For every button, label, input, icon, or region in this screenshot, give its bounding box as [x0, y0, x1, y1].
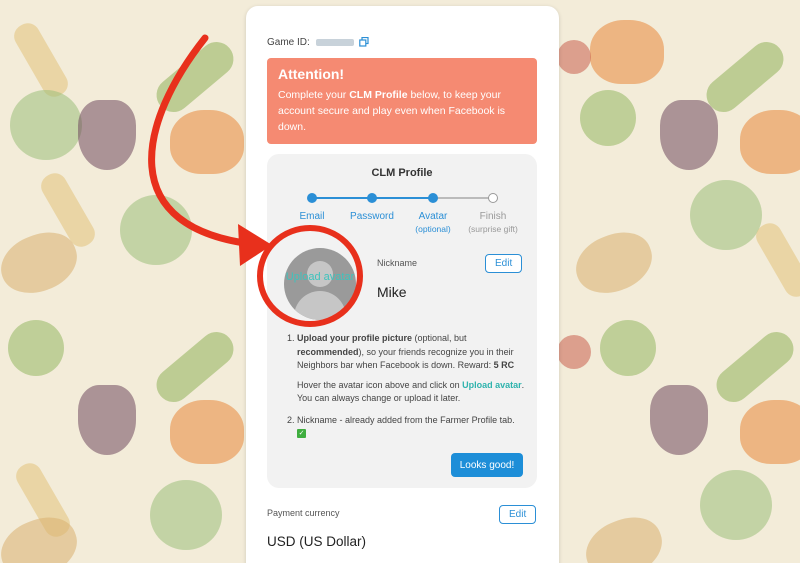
attention-body: Complete your CLM Profile below, to keep…	[278, 87, 526, 135]
upload-avatar-link[interactable]: Upload avatar	[284, 269, 356, 285]
cabbage-icon	[690, 180, 762, 250]
pumpkin-icon	[740, 110, 800, 174]
instruction-item-avatar: Upload your profile picture (optional, b…	[297, 332, 525, 406]
radish-icon	[557, 335, 591, 369]
cucumber-icon	[149, 35, 241, 119]
instruction-avatar-text-a: (optional, but	[412, 333, 467, 343]
cabbage-icon	[150, 480, 222, 550]
attention-banner: Attention! Complete your CLM Profile bel…	[267, 58, 537, 144]
step-dot-email	[307, 193, 317, 203]
clover-icon	[8, 320, 64, 376]
instruction-nickname-text: Nickname - already added from the Farmer…	[297, 414, 515, 425]
attention-body-prefix: Complete your	[278, 89, 350, 101]
cucumber-icon	[149, 325, 241, 409]
cabbage-icon	[10, 90, 82, 160]
profile-title: CLM Profile	[371, 167, 433, 179]
step-email-text: Email	[299, 211, 325, 222]
avatar-placeholder-body	[294, 291, 346, 320]
cabbage-icon	[700, 470, 772, 540]
game-id-row: Game ID:	[267, 37, 369, 48]
payment-currency-value: USD (US Dollar)	[267, 534, 367, 549]
grape-icon	[78, 100, 136, 170]
grape-icon	[650, 385, 708, 455]
pumpkin-icon	[740, 400, 800, 464]
payment-currency-label: Payment currency	[267, 508, 340, 518]
clover-icon	[600, 320, 656, 376]
step-dot-password	[367, 193, 377, 203]
potato-icon	[577, 508, 671, 563]
profile-instructions: Upload your profile picture (optional, b…	[285, 332, 525, 449]
wheat-icon	[9, 18, 73, 102]
instruction-hover-text: Hover the avatar icon above and click on…	[297, 379, 525, 406]
cucumber-icon	[699, 35, 791, 119]
nickname-label: Nickname	[377, 258, 418, 268]
potato-icon	[567, 223, 661, 303]
instruction-item-nickname: Nickname - already added from the Farmer…	[297, 414, 525, 441]
looks-good-button[interactable]: Looks good!	[451, 453, 523, 477]
copy-icon[interactable]	[359, 37, 369, 47]
instruction-avatar-bold: Upload your profile picture	[297, 333, 413, 343]
wheat-icon	[751, 218, 800, 302]
pumpkin-icon	[170, 400, 244, 464]
step-dot-avatar	[428, 193, 438, 203]
attention-title: Attention!	[278, 66, 345, 82]
cabbage-icon	[120, 195, 192, 265]
step-avatar-text: Avatar	[418, 211, 448, 222]
grape-icon	[78, 385, 136, 455]
instruction-hover-a: Hover the avatar icon above and click on	[297, 379, 463, 390]
edit-payment-button[interactable]: Edit	[499, 505, 537, 524]
instruction-reward: 5 RC	[493, 360, 515, 370]
profile-panel: Game ID: Attention! Complete your CLM Pr…	[246, 6, 559, 563]
clm-profile-card: CLM Profile Email Password Avatar (option…	[267, 154, 537, 488]
nickname-value: Mike	[377, 284, 407, 300]
attention-body-bold: CLM Profile	[349, 89, 408, 101]
step-label-finish: Finish (surprise gift)	[453, 210, 533, 236]
cucumber-icon	[709, 325, 800, 409]
pumpkin-icon	[170, 110, 244, 174]
step-dot-finish	[488, 193, 498, 203]
upload-avatar-inline-link[interactable]: Upload avatar	[462, 380, 522, 390]
radish-icon	[557, 40, 591, 74]
step-finish-text: Finish	[479, 211, 507, 222]
grape-icon	[660, 100, 718, 170]
step-finish-sub: (surprise gift)	[468, 224, 518, 234]
edit-nickname-button[interactable]: Edit	[485, 254, 523, 273]
pumpkin-icon	[590, 20, 664, 84]
game-id-value-masked	[315, 38, 354, 46]
check-mark-icon: ✓	[297, 429, 306, 439]
progress-line-remaining	[433, 197, 493, 199]
game-id-label: Game ID:	[267, 37, 310, 48]
instruction-avatar-recommended: recommended	[297, 346, 359, 357]
step-password-text: Password	[350, 211, 394, 222]
clover-icon	[580, 90, 636, 146]
avatar-upload[interactable]: Upload avatar	[284, 248, 356, 320]
